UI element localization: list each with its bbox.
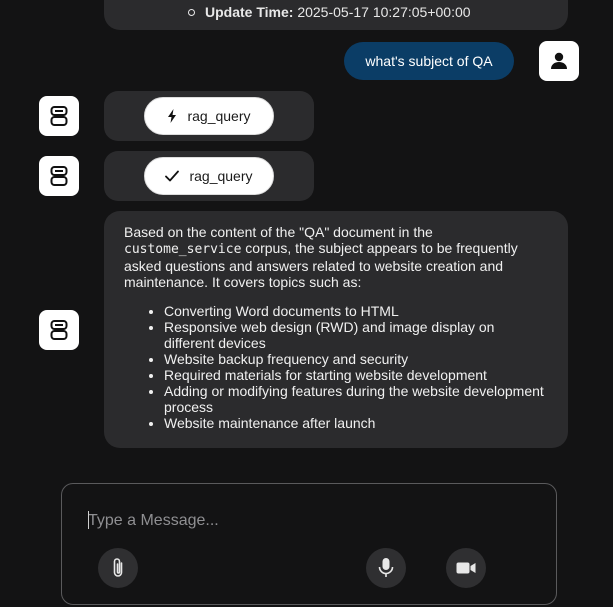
text-caret <box>88 511 89 529</box>
list-item: Website backup frequency and security <box>164 351 548 367</box>
topic-list: Converting Word documents to HTML Respon… <box>124 303 548 431</box>
robot-icon <box>50 106 68 126</box>
person-icon <box>551 52 567 69</box>
tool-call-name: rag_query <box>189 168 253 184</box>
list-item: Converting Word documents to HTML <box>164 303 548 319</box>
list-item: Responsive web design (RWD) and image di… <box>164 319 548 351</box>
user-message-bubble: what's subject of QA <box>344 42 514 80</box>
paperclip-icon <box>113 558 123 577</box>
previous-message-bubble: Update Time: 2025-05-17 10:27:05+00:00 <box>104 0 568 30</box>
user-avatar <box>539 41 579 81</box>
microphone-button[interactable] <box>366 548 406 588</box>
microphone-icon <box>378 558 394 577</box>
assistant-intro: Based on the content of the "QA" documen… <box>124 224 548 290</box>
attach-button[interactable] <box>98 548 138 588</box>
bolt-icon <box>168 109 177 123</box>
tool-call-row: rag_query <box>104 151 314 201</box>
check-icon <box>165 170 180 182</box>
tool-call-pill[interactable]: rag_query <box>144 157 274 195</box>
intro-text: Based on the content of the "QA" documen… <box>124 224 433 240</box>
assistant-message-bubble: Based on the content of the "QA" documen… <box>104 211 568 448</box>
bot-avatar <box>39 156 79 196</box>
bot-avatar <box>39 96 79 136</box>
camera-button[interactable] <box>446 548 486 588</box>
message-input[interactable]: Type a Message... <box>88 511 528 531</box>
tool-call-row: rag_query <box>104 91 314 141</box>
robot-icon <box>50 320 68 340</box>
video-camera-icon <box>456 562 476 574</box>
user-message-text: what's subject of QA <box>365 53 493 69</box>
corpus-name: custome_service <box>124 242 242 257</box>
item-value: 2025-05-17 10:27:05+00:00 <box>297 4 471 20</box>
previous-message-list: Update Time: 2025-05-17 10:27:05+00:00 <box>204 3 471 21</box>
bot-avatar <box>39 310 79 350</box>
tool-call-pill[interactable]: rag_query <box>144 97 274 135</box>
list-item: Website maintenance after launch <box>164 415 548 431</box>
message-composer: Type a Message... <box>61 483 557 605</box>
list-item: Adding or modifying features during the … <box>164 383 548 415</box>
item-label: Update Time: <box>205 4 294 20</box>
robot-icon <box>50 166 68 186</box>
tool-call-name: rag_query <box>187 108 251 124</box>
list-item: Required materials for starting website … <box>164 367 548 383</box>
list-item: Update Time: 2025-05-17 10:27:05+00:00 <box>204 3 471 21</box>
